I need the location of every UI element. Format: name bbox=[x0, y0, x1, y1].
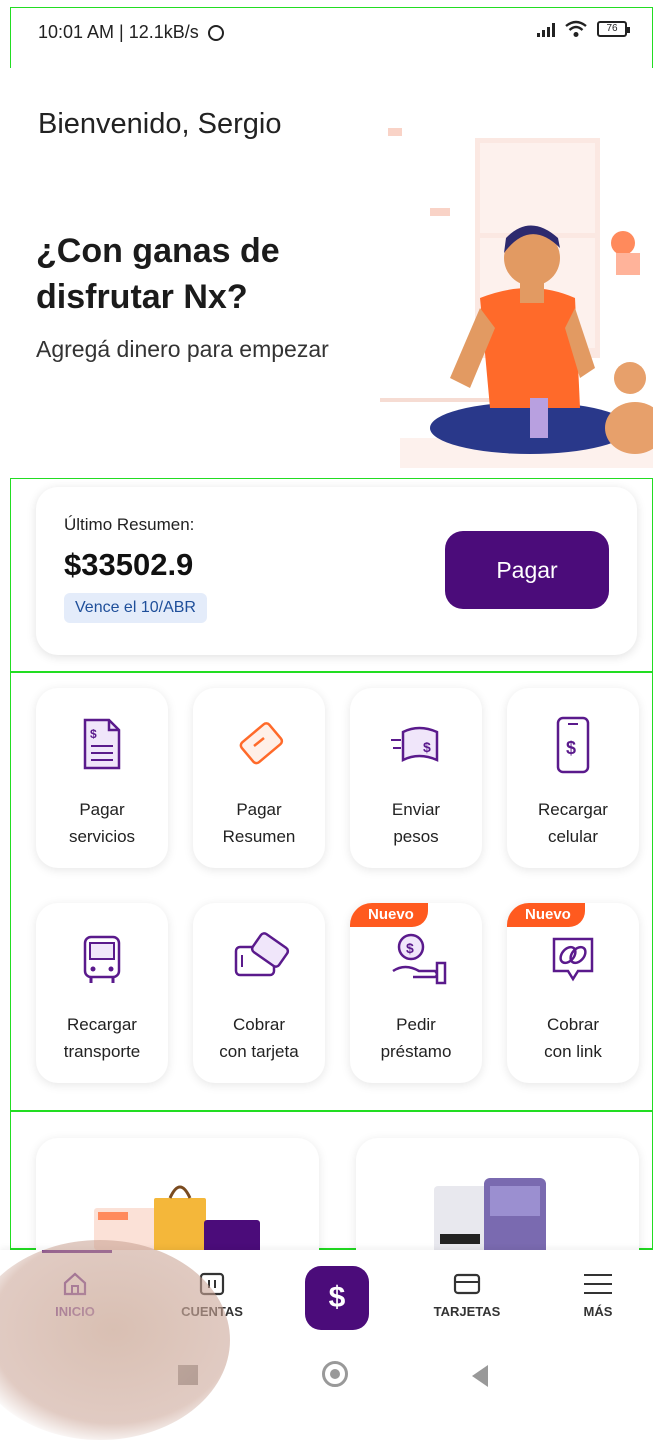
bottom-navigation: INICIO CUENTAS $ TARJETAS MÁS bbox=[0, 1250, 653, 1343]
battery-level: 76 bbox=[606, 23, 618, 34]
action-label-line2: Resumen bbox=[222, 827, 296, 846]
status-time: 10:01 AM | 12.1kB/s bbox=[38, 22, 224, 43]
action-enviar-pesos[interactable]: $ Enviar pesos bbox=[350, 688, 482, 868]
due-date-badge: Vence el 10/ABR bbox=[64, 593, 207, 623]
phone-dollar-icon: $ bbox=[556, 716, 590, 774]
svg-text:$: $ bbox=[90, 727, 97, 741]
action-cobrar-con-tarjeta[interactable]: Cobrar con tarjeta bbox=[193, 903, 325, 1083]
bill-icon: $ bbox=[83, 718, 121, 770]
status-bar: 10:01 AM | 12.1kB/s 76 bbox=[0, 0, 653, 68]
new-badge: Nuevo bbox=[507, 903, 585, 927]
action-label-line2: préstamo bbox=[380, 1042, 452, 1061]
action-label-line1: Pedir bbox=[396, 1015, 436, 1034]
action-label-line2: pesos bbox=[393, 827, 439, 846]
action-label-line1: Cobrar bbox=[233, 1015, 285, 1034]
hero-subtitle: Agregá dinero para empezar bbox=[36, 336, 329, 362]
nav-tarjetas[interactable]: TARJETAS bbox=[412, 1268, 522, 1319]
svg-text:$: $ bbox=[423, 739, 431, 755]
action-pagar-resumen[interactable]: Pagar Resumen bbox=[193, 688, 325, 868]
link-icon bbox=[552, 937, 594, 982]
signal-icon bbox=[537, 21, 555, 37]
back-button[interactable] bbox=[472, 1365, 488, 1387]
summary-card: Último Resumen: $33502.9 Vence el 10/ABR… bbox=[36, 487, 637, 655]
summary-amount: $33502.9 bbox=[64, 547, 194, 582]
action-pedir-prestamo[interactable]: Nuevo $ Pedir préstamo bbox=[350, 903, 482, 1083]
welcome-text: Bienvenido, Sergio bbox=[38, 108, 282, 140]
action-label-line2: celular bbox=[547, 827, 599, 846]
bus-icon bbox=[83, 935, 121, 983]
action-label-line2: con tarjeta bbox=[219, 1042, 299, 1061]
active-tab-indicator bbox=[42, 1250, 112, 1253]
hero-title: ¿Con ganas de disfrutar Nx? bbox=[36, 232, 280, 316]
action-recargar-celular[interactable]: $ Recargar celular bbox=[507, 688, 639, 868]
wifi-icon bbox=[565, 20, 587, 37]
hero-banner: Bienvenido, Sergio ¿Con ganas de disfrut… bbox=[0, 68, 653, 478]
nav-inicio[interactable]: INICIO bbox=[20, 1268, 130, 1319]
action-label-line1: Pagar bbox=[236, 800, 282, 819]
action-pagar-servicios[interactable]: $ Pagar servicios bbox=[36, 688, 168, 868]
home-button[interactable] bbox=[322, 1361, 348, 1387]
action-label-line2: transporte bbox=[63, 1042, 141, 1061]
nav-mas-label: MÁS bbox=[583, 1304, 613, 1319]
action-label-line2: servicios bbox=[68, 827, 136, 846]
action-cobrar-con-link[interactable]: Nuevo Cobrar con link bbox=[507, 903, 639, 1083]
action-label-line2: con link bbox=[544, 1042, 602, 1061]
card-reader-icon bbox=[234, 932, 290, 977]
action-label-line1: Recargar bbox=[538, 800, 608, 819]
alarm-icon bbox=[207, 25, 224, 41]
pay-button[interactable]: Pagar bbox=[445, 531, 609, 609]
card-icon bbox=[239, 722, 284, 765]
money-fly-icon: $ bbox=[391, 726, 439, 763]
home-icon bbox=[63, 1272, 87, 1296]
center-money-button[interactable]: $ bbox=[305, 1266, 369, 1330]
nav-mas[interactable]: MÁS bbox=[543, 1268, 653, 1319]
nav-tarjetas-label: TARJETAS bbox=[433, 1304, 501, 1319]
action-label-line1: Recargar bbox=[67, 1015, 137, 1034]
new-badge: Nuevo bbox=[350, 903, 428, 927]
menu-icon bbox=[584, 1274, 612, 1294]
loan-hand-icon: $ bbox=[392, 933, 447, 985]
svg-text:$: $ bbox=[406, 940, 414, 956]
nav-cuentas[interactable]: CUENTAS bbox=[157, 1268, 267, 1319]
person-illustration bbox=[380, 128, 653, 468]
action-label-line1: Cobrar bbox=[547, 1015, 599, 1034]
summary-label: Último Resumen: bbox=[64, 515, 195, 534]
action-label-line1: Pagar bbox=[79, 800, 125, 819]
recents-button[interactable] bbox=[178, 1365, 198, 1385]
accounts-icon bbox=[199, 1272, 225, 1296]
system-navigation-bar bbox=[0, 1343, 653, 1415]
svg-text:$: $ bbox=[566, 738, 576, 758]
action-label-line1: Enviar bbox=[391, 800, 441, 819]
nav-cuentas-label: CUENTAS bbox=[181, 1304, 243, 1319]
action-recargar-transporte[interactable]: Recargar transporte bbox=[36, 903, 168, 1083]
nav-inicio-label: INICIO bbox=[55, 1304, 95, 1319]
credit-card-icon bbox=[453, 1273, 481, 1295]
battery-icon: 76 bbox=[597, 21, 630, 37]
